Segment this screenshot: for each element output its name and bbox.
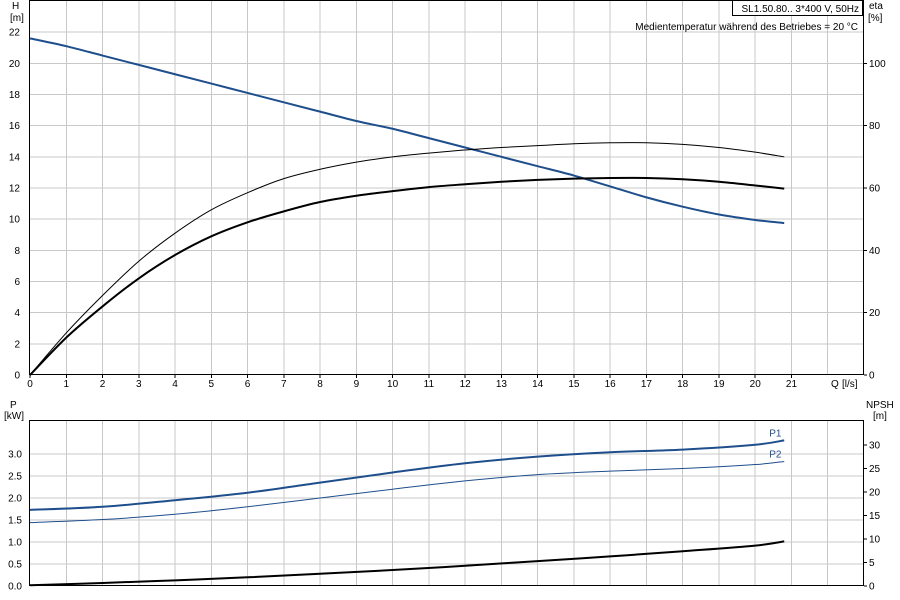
top-x-tick-label: 4 [172, 379, 178, 390]
top-x-tick-label: 11 [424, 379, 435, 390]
top-x-tick-label: 14 [532, 379, 544, 390]
top-x-tick-label: 9 [354, 379, 360, 390]
top-x-tick-label: 8 [317, 379, 323, 390]
top-x-tick-label: 20 [750, 379, 762, 390]
bottom-left-y-tick-label: 0.5 [8, 560, 22, 571]
top-left-y-tick-label: 2 [14, 339, 20, 350]
top-x-axis-unit: [l/s] [842, 379, 858, 390]
top-left-y-tick-label: 16 [9, 121, 21, 132]
top-left-y-tick-label: 12 [9, 184, 21, 195]
top-x-tick-label: 10 [387, 379, 399, 390]
bottom-y-axis-unit: [kW] [4, 411, 24, 422]
bottom-left-y-tick-label: 2.0 [8, 494, 22, 505]
top-x-tick-label: 18 [677, 379, 689, 390]
series-label-p2: P2 [769, 449, 782, 460]
top-left-y-tick-label: 20 [9, 59, 21, 70]
top-left-y-tick-label: 18 [9, 90, 21, 101]
top-x-tick-label: 17 [641, 379, 653, 390]
bottom-right-axis-title: NPSH [866, 400, 894, 411]
chart-subtitle: Medientemperatur während des Betriebes =… [635, 22, 858, 33]
bottom-right-y-tick-label: 5 [869, 558, 875, 569]
bottom-left-y-tick-label: 1.5 [8, 516, 22, 527]
top-left-y-tick-label: 8 [14, 246, 20, 257]
chart-title: SL1.50.80.. 3*400 V, 50Hz [742, 4, 860, 15]
top-x-tick-label: 15 [568, 379, 580, 390]
top-left-y-tick-label: 22 [9, 28, 21, 39]
top-x-tick-label: 0 [27, 379, 33, 390]
top-x-tick-label: 13 [496, 379, 508, 390]
top-x-tick-label: 2 [100, 379, 106, 390]
top-x-tick-label: 19 [713, 379, 725, 390]
top-x-tick-label: 12 [460, 379, 472, 390]
top-left-y-tick-label: 10 [9, 215, 21, 226]
bottom-right-y-tick-label: 20 [869, 487, 881, 498]
top-left-y-tick-label: 6 [14, 277, 20, 288]
top-left-y-tick-label: 14 [9, 152, 21, 163]
top-right-y-tick-label: 20 [869, 308, 881, 319]
top-x-tick-label: 7 [281, 379, 287, 390]
top-x-tick-label: 21 [786, 379, 798, 390]
top-x-tick-label: 5 [209, 379, 215, 390]
top-y-axis-title: H [12, 1, 19, 12]
bottom-right-y-tick-label: 0 [869, 582, 875, 593]
top-y-axis-unit: [m] [10, 13, 24, 24]
bottom-right-y-tick-label: 10 [869, 534, 881, 545]
top-x-tick-label: 1 [63, 379, 69, 390]
top-right-y-tick-label: 40 [869, 246, 881, 257]
bottom-left-y-tick-label: 2.5 [8, 472, 22, 483]
top-right-axis-title: eta [869, 1, 883, 12]
bottom-right-y-tick-label: 25 [869, 464, 881, 475]
bottom-left-y-tick-label: 0.0 [8, 582, 22, 593]
top-x-tick-label: 16 [605, 379, 617, 390]
series-label-p1: P1 [769, 428, 782, 439]
bottom-right-axis-unit: [m] [873, 411, 887, 422]
top-right-y-tick-label: 80 [869, 121, 881, 132]
pump-curve-chart: 0 1 2 3 4 5 6 7 8 9 10 11 12 13 14 15 16 17 18 19 20 21024681… [0, 0, 900, 600]
bottom-y-axis-title: P [10, 400, 17, 411]
bottom-left-y-tick-label: 3.0 [8, 450, 22, 461]
top-x-tick-label: 3 [136, 379, 142, 390]
bottom-left-y-tick-label: 1.0 [8, 538, 22, 549]
top-left-y-tick-label: 0 [14, 371, 20, 382]
top-right-y-tick-label: 100 [869, 59, 886, 70]
top-right-y-tick-label: 60 [869, 184, 881, 195]
top-x-tick-label: 6 [245, 379, 251, 390]
top-x-axis-title: Q [831, 379, 839, 390]
bottom-right-y-tick-label: 15 [869, 511, 881, 522]
top-right-y-tick-label: 0 [869, 371, 875, 382]
bottom-right-y-tick-label: 30 [869, 440, 881, 451]
top-left-y-tick-label: 4 [14, 308, 20, 319]
top-right-axis-unit: [%] [868, 13, 883, 24]
